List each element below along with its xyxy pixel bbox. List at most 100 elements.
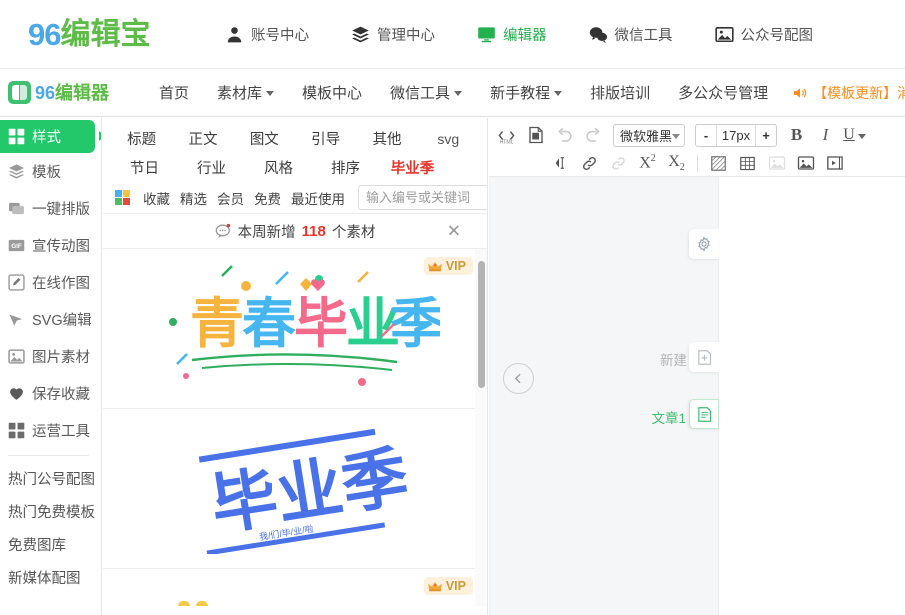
italic-button[interactable]: I [812, 123, 839, 148]
bold-button[interactable]: B [783, 123, 810, 148]
material-card[interactable]: VIP 青春毕业季 [103, 569, 487, 606]
color-swatch-icon[interactable] [115, 190, 130, 205]
category-image-text[interactable]: 图文 [234, 128, 295, 149]
redo-button[interactable] [580, 123, 607, 148]
subnav-item-layout-training[interactable]: 排版培训 [576, 82, 664, 103]
table-button[interactable] [734, 151, 761, 176]
sidebar-link-label: 热门免费模板 [8, 505, 95, 521]
notice-prefix: 本周新增 [237, 224, 296, 241]
crown-icon [428, 261, 442, 271]
category-body[interactable]: 正文 [172, 128, 233, 149]
topnav-item-account[interactable]: 账号中心 [204, 24, 330, 45]
subnav-item-multi-account[interactable]: 多公众号管理 [664, 82, 782, 103]
eraser-icon [711, 155, 726, 171]
category-industry[interactable]: 行业 [178, 157, 245, 178]
category-svg[interactable]: svg [418, 131, 479, 147]
material-scrollbar-thumb[interactable] [478, 261, 485, 388]
topnav-item-management[interactable]: 管理中心 [330, 24, 456, 45]
sidebar-item-operation-tools[interactable]: 运营工具 [0, 412, 101, 449]
pencil-icon [8, 274, 25, 291]
settings-tab[interactable] [689, 229, 719, 259]
subnav-item-wechat-tools[interactable]: 微信工具 [376, 82, 476, 103]
category-guide[interactable]: 引导 [295, 128, 356, 149]
sidebar-item-templates[interactable]: 模板 [0, 153, 101, 190]
indent-button[interactable] [547, 151, 574, 176]
category-holiday[interactable]: 节日 [111, 157, 178, 178]
category-title[interactable]: 标题 [111, 128, 172, 149]
link-button[interactable] [576, 151, 603, 176]
picture-icon [714, 26, 734, 42]
close-icon[interactable]: ✕ [447, 223, 461, 240]
font-size-stepper[interactable]: - 17px + [695, 123, 778, 147]
subnav-item-beginner-tutorial[interactable]: 新手教程 [476, 82, 576, 103]
sidebar-item-promo-gif[interactable]: GIF 宣传动图 [0, 227, 101, 264]
material-thumbnail: 青 春 毕 业 季 [169, 264, 440, 386]
editor-page-white[interactable] [718, 177, 905, 615]
unlink-button[interactable] [605, 151, 632, 176]
gallery-button[interactable] [792, 151, 819, 176]
chevron-left-icon [514, 373, 521, 384]
template-update-notice[interactable]: 【模板更新】消 [782, 83, 905, 103]
wechat-icon [589, 26, 607, 43]
editor-logo[interactable]: 96 编辑器 [8, 81, 145, 104]
top-header: 96 编辑宝 账号中心 管理中心 编辑器 微信工具 公众号配图 [0, 0, 905, 69]
editor-canvas[interactable]: 新建 文章1 [489, 177, 905, 615]
sidebar-link-hot-free-templates[interactable]: 热门免费模板 [0, 495, 101, 528]
category-graduation-season[interactable]: 毕业季 [379, 157, 446, 178]
logo-text: 编辑宝 [60, 17, 151, 51]
sidebar-item-online-drawing[interactable]: 在线作图 [0, 264, 101, 301]
font-size-decrease[interactable]: - [696, 125, 716, 146]
sidebar-link-new-media-images[interactable]: 新媒体配图 [0, 561, 101, 594]
article-1-tab[interactable]: 文章1 [651, 399, 719, 429]
superscript-button[interactable]: X2 [634, 151, 661, 176]
import-doc-button[interactable] [522, 123, 549, 148]
search-box[interactable] [358, 185, 487, 210]
sidebar-item-one-click-layout[interactable]: 一键排版 [0, 190, 101, 227]
sidebar-link-hot-account-images[interactable]: 热门公号配图 [0, 462, 101, 495]
subnav-item-home[interactable]: 首页 [145, 82, 203, 103]
category-other[interactable]: 其他 [356, 128, 417, 149]
subnav-item-template-center[interactable]: 模板中心 [288, 82, 376, 103]
category-sort[interactable]: 排序 [312, 157, 379, 178]
image-button[interactable] [763, 151, 790, 176]
sidebar-item-svg-edit[interactable]: SVG编辑 [0, 301, 101, 338]
font-family-select[interactable]: 微软雅黑 [613, 123, 686, 147]
topnav-item-public-images[interactable]: 公众号配图 [694, 24, 835, 45]
category-style[interactable]: 风格 [245, 157, 312, 178]
material-card[interactable]: 毕业季 我/们/毕/业/啦 [103, 409, 487, 569]
sidebar-item-styles[interactable]: 样式 [0, 120, 101, 153]
filter-favorites[interactable]: 收藏 [138, 188, 175, 208]
sidebar-link-free-gallery[interactable]: 免费图库 [0, 528, 101, 561]
subnav-item-material-library[interactable]: 素材库 [203, 82, 288, 103]
crown-icon [428, 581, 442, 591]
undo-button[interactable] [551, 123, 578, 148]
search-input[interactable] [366, 190, 487, 205]
subscript-button[interactable]: X2 [663, 151, 690, 176]
editor-area: HTML 微软雅黑 - 17px + B I U X2 X2 新建 文章1 [489, 118, 905, 615]
topnav-item-editor[interactable]: 编辑器 [456, 24, 568, 45]
underline-button[interactable]: U [841, 123, 868, 148]
sidebar-item-label: 一键排版 [32, 202, 90, 218]
topnav-item-wechat-tools[interactable]: 微信工具 [568, 24, 694, 45]
filter-member[interactable]: 会员 [212, 188, 249, 208]
notice-suffix: 个素材 [331, 224, 376, 241]
svg-text:青: 青 [190, 294, 244, 354]
notice-count: 118 [301, 222, 326, 240]
sidebar-item-saved-favorites[interactable]: 保存收藏 [0, 375, 101, 412]
clear-format-button[interactable] [705, 151, 732, 176]
cursor-icon [9, 314, 23, 326]
filter-featured[interactable]: 精选 [175, 188, 212, 208]
video-button[interactable] [821, 151, 848, 176]
new-doc-tab[interactable]: 新建 [660, 342, 719, 372]
font-size-increase[interactable]: + [756, 125, 776, 146]
material-thumbnail: 毕业季 我/们/毕/业/啦 [198, 428, 413, 554]
site-logo[interactable]: 96 编辑宝 [28, 19, 204, 50]
material-card[interactable]: VIP 青 春 毕 业 季 [103, 249, 487, 409]
editor-logo-number: 96 [35, 82, 56, 103]
filter-free[interactable]: 免费 [249, 188, 286, 208]
collapse-panel-button[interactable] [503, 363, 534, 394]
filter-recently-used[interactable]: 最近使用 [286, 188, 350, 208]
material-scrollbar-track[interactable] [475, 249, 487, 606]
sidebar-item-image-material[interactable]: 图片素材 [0, 338, 101, 375]
html-source-button[interactable]: HTML [493, 123, 520, 148]
